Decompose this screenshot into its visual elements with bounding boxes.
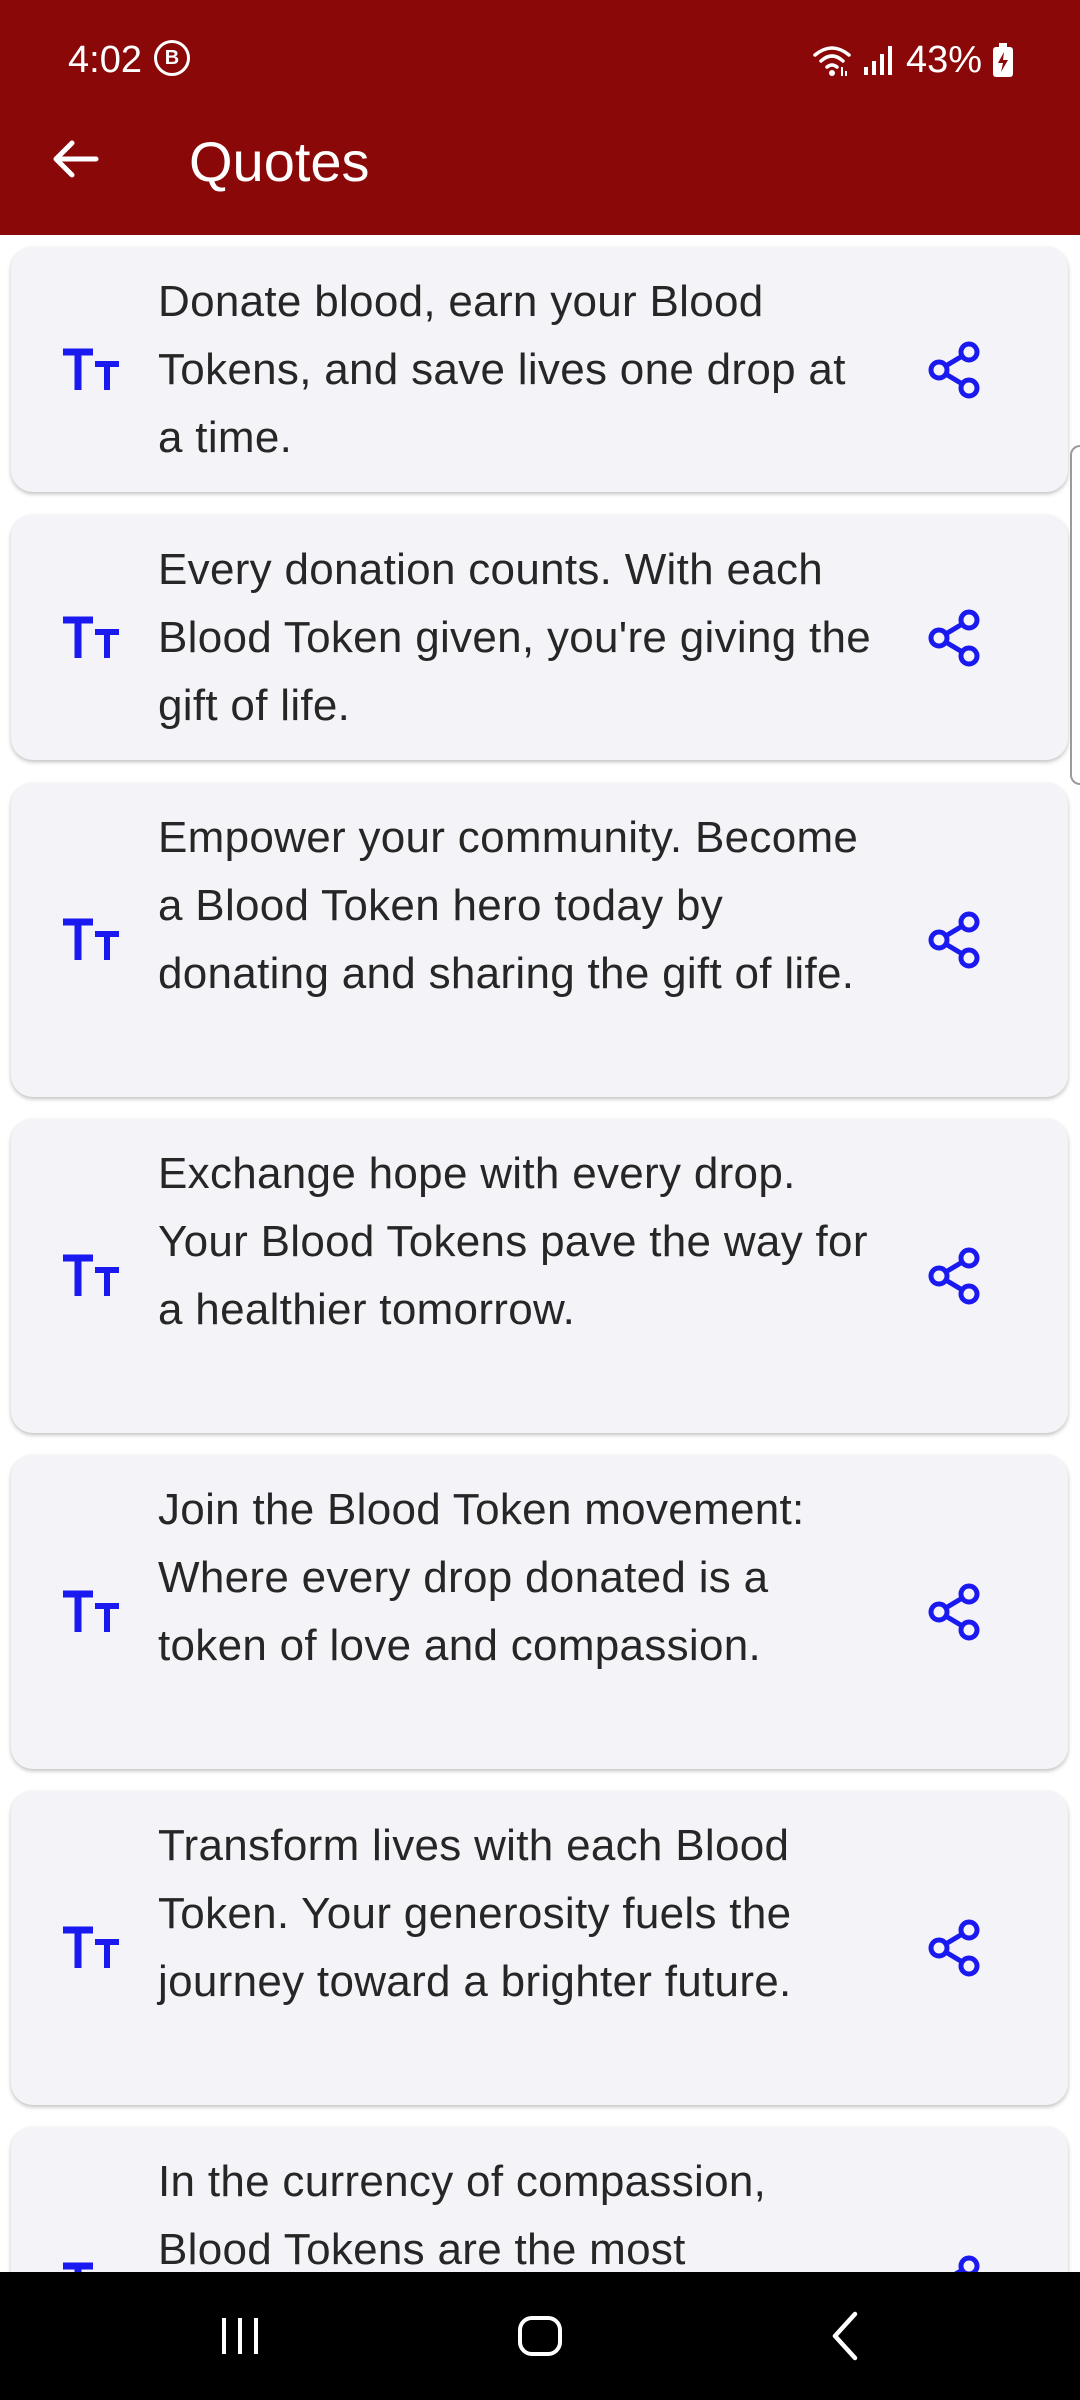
share-icon (928, 1919, 980, 1977)
status-indicators: 43% (812, 36, 1014, 84)
quote-text: Donate blood, earn your Blood Tokens, an… (158, 277, 846, 462)
status-time: 4:02 (68, 39, 142, 81)
back-icon (832, 2311, 858, 2361)
share-button[interactable] (911, 896, 999, 984)
scrollbar-thumb[interactable] (1070, 445, 1080, 785)
share-button[interactable] (911, 1904, 999, 1992)
text-size-icon[interactable] (57, 1582, 133, 1642)
share-button[interactable] (911, 1568, 999, 1656)
share-icon (928, 1583, 980, 1641)
quote-card: Donate blood, earn your Blood Tokens, an… (11, 247, 1068, 492)
quotes-list[interactable]: Donate blood, earn your Blood Tokens, an… (0, 235, 1080, 2272)
share-icon (954, 2255, 980, 2272)
share-icon (928, 341, 980, 398)
share-icon (928, 1247, 980, 1305)
quote-card: Join the Blood Token movement: Where eve… (11, 1455, 1068, 1769)
text-size-icon[interactable] (57, 1246, 133, 1306)
app-bar: 4:02 B 43% Quotes (0, 0, 1080, 235)
share-button[interactable] (911, 594, 999, 682)
quote-text: Transform lives with each Blood Token. Y… (158, 1821, 792, 2006)
share-button[interactable] (911, 2240, 999, 2272)
share-icon (928, 609, 980, 666)
quote-text: Exchange hope with every drop. Your Bloo… (158, 1149, 868, 1334)
back-button[interactable] (40, 124, 110, 194)
signal-icon (863, 46, 892, 75)
notification-b-icon: B (154, 40, 190, 76)
text-size-icon[interactable] (57, 1918, 133, 1978)
battery-charging-icon (993, 43, 1013, 77)
share-icon (928, 911, 980, 969)
recent-apps-icon (222, 2318, 258, 2354)
text-size-icon[interactable] (57, 340, 133, 400)
wifi-icon (813, 46, 851, 76)
quote-card: Transform lives with each Blood Token. Y… (11, 1791, 1068, 2105)
quote-text: Every donation counts. With each Blood T… (158, 545, 872, 730)
quote-card: Exchange hope with every drop. Your Bloo… (11, 1119, 1068, 1433)
text-size-icon[interactable] (57, 608, 133, 668)
share-button[interactable] (911, 326, 999, 414)
quote-card: Empower your community. Become a Blood T… (11, 783, 1068, 1097)
quote-text: In the currency of compassion, Blood Tok… (158, 2157, 767, 2272)
quote-text: Empower your community. Become a Blood T… (158, 813, 859, 998)
home-icon (518, 2316, 562, 2356)
share-button[interactable] (911, 1232, 999, 1320)
system-nav-bar (0, 2272, 1080, 2400)
home-button[interactable] (460, 2272, 620, 2400)
recent-apps-button[interactable] (160, 2272, 320, 2400)
battery-percentage: 43% (905, 39, 982, 81)
system-back-button[interactable] (765, 2272, 925, 2400)
page-title: Quotes (189, 130, 370, 193)
text-size-icon[interactable] (57, 910, 133, 970)
quote-card: In the currency of compassion, Blood Tok… (11, 2127, 1068, 2272)
quote-card: Every donation counts. With each Blood T… (11, 515, 1068, 760)
quote-text: Join the Blood Token movement: Where eve… (158, 1485, 805, 1670)
text-size-icon[interactable] (57, 2254, 133, 2272)
arrow-left-icon (53, 140, 99, 178)
